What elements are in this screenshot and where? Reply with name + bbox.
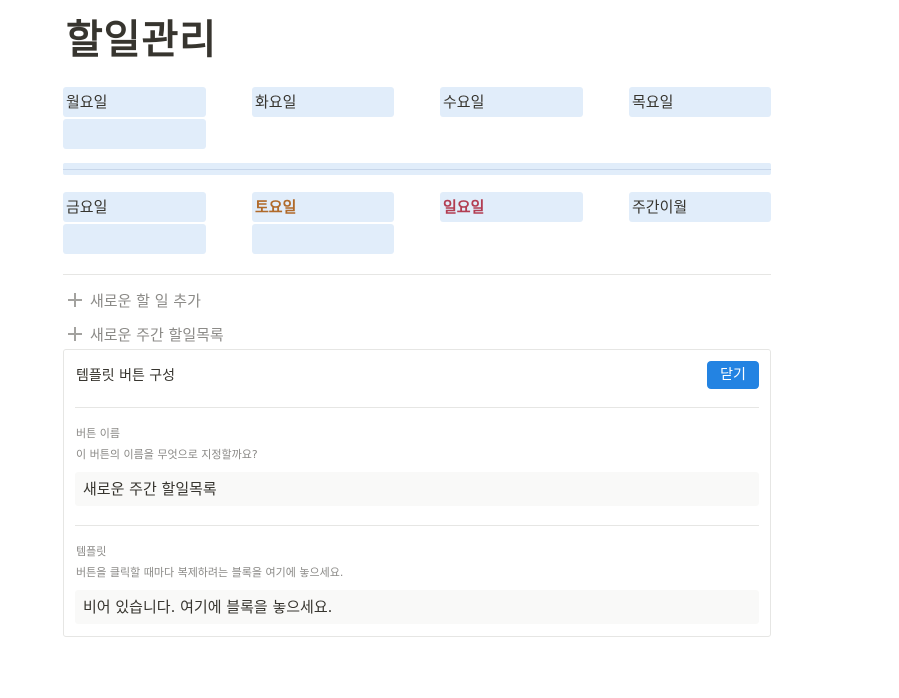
day-cell-monday[interactable]: 월요일 — [63, 87, 206, 117]
template-help: 버튼을 클릭할 때마다 복제하려는 블록을 여기에 놓으세요. — [76, 566, 344, 579]
button-name-label: 버튼 이름 — [76, 427, 120, 440]
page: 할일관리 월요일 화요일 수요일 목요일 금요일 토요일 일요일 주간이월 새로… — [0, 0, 899, 698]
divider — [63, 274, 771, 275]
day-cell-tuesday[interactable]: 화요일 — [252, 87, 394, 117]
template-drop-zone[interactable]: 비어 있습니다. 여기에 블록을 놓으세요. — [75, 590, 759, 624]
day-cell-friday[interactable]: 금요일 — [63, 192, 206, 222]
template-button-config-panel: 템플릿 버튼 구성 닫기 버튼 이름 이 버튼의 이름을 무엇으로 지정할까요?… — [63, 349, 771, 637]
day-cell-thursday[interactable]: 목요일 — [629, 87, 771, 117]
day-cell-monday-empty[interactable] — [63, 119, 206, 149]
add-weekly-list-label: 새로운 주간 할일목록 — [90, 325, 224, 344]
panel-title: 템플릿 버튼 구성 — [76, 368, 176, 384]
day-cell-saturday[interactable]: 토요일 — [252, 192, 394, 222]
day-cell-weekly-carryover[interactable]: 주간이월 — [629, 192, 771, 222]
template-label: 템플릿 — [76, 545, 107, 558]
day-cell-sunday[interactable]: 일요일 — [440, 192, 583, 222]
panel-divider — [75, 525, 759, 526]
add-weekly-list-button[interactable]: 새로운 주간 할일목록 — [68, 322, 224, 346]
close-button[interactable]: 닫기 — [707, 361, 759, 389]
plus-icon — [68, 293, 82, 307]
day-cell-friday-empty[interactable] — [63, 224, 206, 254]
section-band-line — [63, 169, 771, 170]
button-name-input[interactable]: 새로운 주간 할일목록 — [75, 472, 759, 506]
panel-divider — [75, 407, 759, 408]
plus-icon — [68, 327, 82, 341]
button-name-help: 이 버튼의 이름을 무엇으로 지정할까요? — [76, 448, 258, 461]
day-cell-saturday-empty[interactable] — [252, 224, 394, 254]
add-todo-label: 새로운 할 일 추가 — [90, 291, 201, 310]
page-title[interactable]: 할일관리 — [66, 12, 217, 68]
day-cell-wednesday[interactable]: 수요일 — [440, 87, 583, 117]
add-todo-button[interactable]: 새로운 할 일 추가 — [68, 288, 201, 312]
